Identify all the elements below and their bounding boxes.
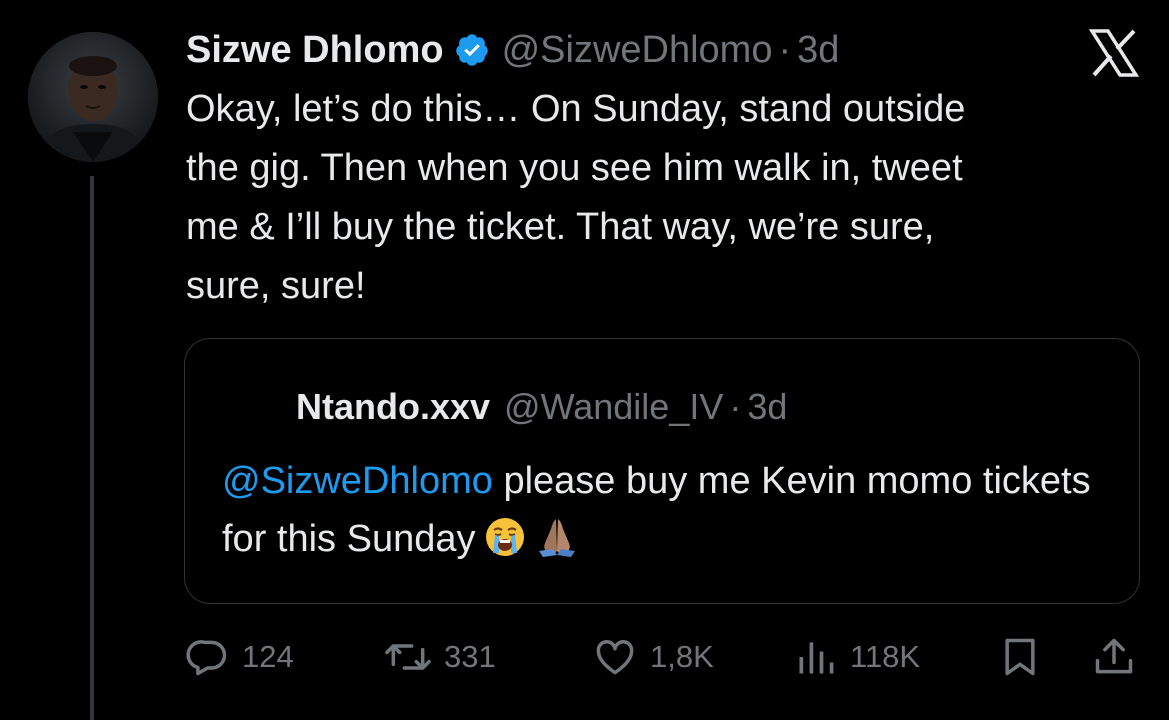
loudly-crying-face-emoji	[483, 515, 527, 559]
bookmark-icon	[1005, 638, 1035, 676]
views-count: 118K	[850, 639, 921, 674]
quote-text: @SizweDhlomo please buy me Kevin momo ti…	[222, 452, 1122, 568]
quote-mention-link[interactable]: @SizweDhlomo	[222, 460, 493, 502]
share-icon	[1095, 638, 1133, 674]
repost-count: 331	[444, 639, 496, 674]
quote-header-separator: ·	[729, 386, 742, 427]
share-button[interactable]	[1092, 630, 1136, 684]
like-button[interactable]: 1,8K	[592, 630, 714, 684]
author-handle[interactable]: @SizweDhlomo	[502, 29, 773, 72]
x-logo-icon[interactable]	[1088, 28, 1140, 78]
header-separator: ·	[778, 28, 792, 71]
views-icon	[799, 642, 834, 674]
tweet-header: Sizwe Dhlomo @SizweDhlomo · 3d	[186, 26, 839, 74]
reply-count: 124	[242, 639, 294, 674]
author-avatar[interactable]	[28, 32, 158, 162]
author-display-name[interactable]: Sizwe Dhlomo	[186, 29, 444, 72]
like-count: 1,8K	[650, 639, 714, 674]
folded-hands-emoji	[535, 515, 579, 559]
verified-badge-icon	[454, 32, 490, 68]
reply-icon	[186, 640, 227, 676]
tweet-text: Okay, let’s do this… On Sunday, stand ou…	[186, 88, 966, 307]
tweet-action-bar: 124 331 1,8K 118K	[186, 630, 1140, 684]
quote-timestamp[interactable]: 3d	[747, 386, 787, 428]
quote-author-avatar[interactable]	[222, 384, 268, 430]
quote-header: Ntando.xxv @Wandile_IV · 3d	[296, 384, 787, 430]
quote-author-display-name[interactable]: Ntando.xxv	[296, 386, 490, 428]
like-icon	[596, 640, 634, 675]
repost-button[interactable]: 331	[384, 630, 496, 684]
reply-button[interactable]: 124	[186, 630, 294, 684]
bookmark-button[interactable]	[998, 630, 1042, 684]
tweet-timestamp[interactable]: 3d	[797, 29, 839, 72]
repost-icon	[385, 644, 431, 670]
views-button[interactable]: 118K	[794, 630, 920, 684]
thread-line	[90, 176, 94, 720]
quote-author-handle[interactable]: @Wandile_IV	[504, 386, 723, 428]
